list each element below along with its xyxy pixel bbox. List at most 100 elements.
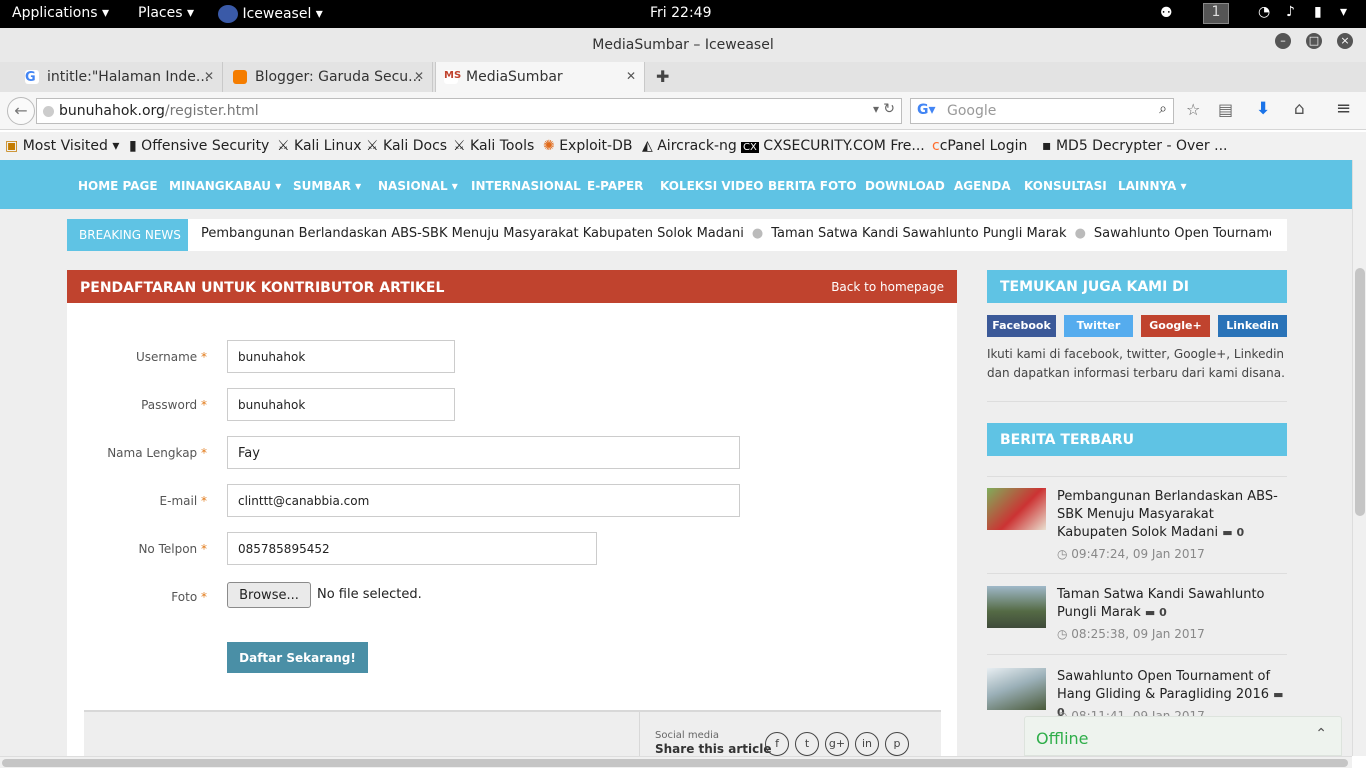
bookmark-kali-docs[interactable]: ⚔ Kali Docs <box>366 138 447 154</box>
vertical-scrollbar[interactable] <box>1352 160 1366 756</box>
photo-label: Foto * <box>87 590 207 604</box>
bookmark-label: Offensive Security <box>141 138 270 154</box>
register-submit-button[interactable]: Daftar Sekarang! <box>227 642 368 673</box>
nav-home-page[interactable]: HOME PAGE <box>78 179 158 193</box>
menu-icon[interactable]: ≡ <box>1336 98 1351 119</box>
navigation-toolbar: ← bunuhahok.org/register.html ▾ ↻ G▾ Goo… <box>0 92 1366 130</box>
bookmark-label: CXSECURITY.COM Fre... <box>763 138 925 154</box>
reload-icon[interactable]: ↻ <box>883 101 895 117</box>
nav-nasional[interactable]: NASIONAL ▾ <box>378 179 458 193</box>
back-to-homepage-link[interactable]: Back to homepage <box>831 280 944 294</box>
email-field[interactable]: clinttt@canabbia.com <box>227 484 740 517</box>
breaking-news-item[interactable]: Sawahlunto Open Tournament of Hang Glidi… <box>1094 226 1271 241</box>
share-pinterest-icon[interactable]: p <box>885 732 909 756</box>
aircrack-icon: ◭ <box>642 138 653 154</box>
close-tab-icon[interactable]: ✕ <box>204 69 214 83</box>
nav-sumbar[interactable]: SUMBAR ▾ <box>293 179 361 193</box>
share-facebook-icon[interactable]: f <box>765 732 789 756</box>
bookmark-exploit-db[interactable]: ✺ Exploit-DB <box>543 138 632 154</box>
vertical-scrollbar-thumb[interactable] <box>1355 268 1365 516</box>
bookmark-kali-linux[interactable]: ⚔ Kali Linux <box>277 138 361 154</box>
nav-konsultasi[interactable]: KONSULTASI <box>1024 179 1107 193</box>
tab-google[interactable]: G intitle:"Halaman Inde... ✕ <box>25 62 223 92</box>
system-menu-icon[interactable]: ▾ <box>1340 4 1347 20</box>
nav-lainnya[interactable]: LAINNYA ▾ <box>1118 179 1187 193</box>
news-title[interactable]: Sawahlunto Open Tournament of Hang Glidi… <box>1057 669 1270 702</box>
bookmark-star-icon[interactable]: ☆ <box>1186 100 1200 119</box>
applications-menu[interactable]: Applications ▾ <box>12 5 109 21</box>
username-input[interactable]: bunuhahok <box>227 340 455 373</box>
news-thumbnail[interactable] <box>987 586 1046 628</box>
horizontal-scrollbar-thumb[interactable] <box>2 759 1348 767</box>
news-thumbnail[interactable] <box>987 668 1046 710</box>
url-bar[interactable]: bunuhahok.org/register.html ▾ ↻ <box>36 98 902 124</box>
bookmark-most-visited[interactable]: ▣ Most Visited ▾ <box>5 138 119 154</box>
volume-icon[interactable]: ♪ <box>1286 4 1295 20</box>
bookmark-aircrack[interactable]: ◭ Aircrack-ng <box>642 138 737 154</box>
password-input[interactable]: bunuhahok <box>227 388 455 421</box>
bookmark-cpanel[interactable]: ccPanel Login <box>932 138 1027 154</box>
bookmark-cxsecurity[interactable]: CX CXSECURITY.COM Fre... <box>741 138 925 154</box>
bookmarks-list-icon[interactable]: ▤ <box>1218 100 1233 119</box>
new-tab-icon[interactable]: ✚ <box>656 67 669 86</box>
clock[interactable]: Fri 22:49 <box>650 5 711 21</box>
required-mark: * <box>201 494 207 508</box>
chevron-up-icon[interactable]: ⌃ <box>1315 726 1327 742</box>
news-title[interactable]: Pembangunan Berlandaskan ABS-SBK Menuju … <box>1057 489 1278 540</box>
share-article-label: Share this article <box>655 742 772 756</box>
close-tab-icon[interactable]: ✕ <box>626 69 636 83</box>
nav-minangkabau[interactable]: MINANGKABAU ▾ <box>169 179 281 193</box>
minimize-icon[interactable]: – <box>1275 33 1291 49</box>
nav-berita-foto[interactable]: BERITA FOTO <box>768 179 857 193</box>
breaking-news-item[interactable]: Pembangunan Berlandaskan ABS-SBK Menuju … <box>201 226 744 241</box>
share-googleplus-icon[interactable]: g+ <box>825 732 849 756</box>
comment-count-value: 0 <box>1236 526 1245 539</box>
tab-blogger[interactable]: Blogger: Garuda Secu... ✕ <box>233 62 433 92</box>
twitter-button[interactable]: Twitter <box>1064 315 1133 337</box>
share-twitter-icon[interactable]: t <box>795 732 819 756</box>
linkedin-button[interactable]: Linkedin <box>1218 315 1287 337</box>
breaking-news-item[interactable]: Taman Satwa Kandi Sawahlunto Pungli Mara… <box>771 226 1066 241</box>
app-label: Iceweasel <box>242 6 312 22</box>
facebook-button[interactable]: Facebook <box>987 315 1056 337</box>
wifi-icon[interactable]: ◔ <box>1258 4 1270 20</box>
phone-input[interactable]: 085785895452 <box>227 532 597 565</box>
bookmark-kali-tools[interactable]: ⚔ Kali Tools <box>453 138 534 154</box>
nav-e-paper[interactable]: E-PAPER <box>587 179 643 193</box>
nav-koleksi-video[interactable]: KOLEKSI VIDEO <box>660 179 764 193</box>
share-linkedin-icon[interactable]: in <box>855 732 879 756</box>
googleplus-button[interactable]: Google+ <box>1141 315 1210 337</box>
nav-download[interactable]: DOWNLOAD <box>865 179 945 193</box>
chat-widget[interactable]: Offline ⌃ <box>1024 716 1342 756</box>
downloads-icon[interactable]: ⬇ <box>1256 99 1270 119</box>
close-window-icon[interactable]: × <box>1337 33 1353 49</box>
nav-agenda[interactable]: AGENDA <box>954 179 1011 193</box>
news-thumbnail[interactable] <box>987 488 1046 530</box>
site-identity-icon[interactable] <box>43 106 54 117</box>
search-engine-icon[interactable]: G▾ <box>917 102 936 118</box>
maximize-icon[interactable]: □ <box>1306 33 1322 49</box>
people-icon[interactable]: ⚉ <box>1160 5 1173 21</box>
bookmark-md5-decrypter[interactable]: ▪ MD5 Decrypter - Over ... <box>1042 138 1227 154</box>
app-menu[interactable]: Iceweasel ▾ <box>218 5 323 23</box>
required-mark: * <box>201 350 207 364</box>
close-tab-icon[interactable]: ✕ <box>414 69 424 83</box>
share-divider <box>639 712 640 756</box>
battery-icon[interactable]: ▮ <box>1314 4 1322 20</box>
nav-internasional[interactable]: INTERNASIONAL <box>471 179 581 193</box>
bookmark-offensive-security[interactable]: ▮ Offensive Security <box>129 138 269 154</box>
news-time-value: 09:47:24, 09 Jan 2017 <box>1071 547 1205 561</box>
horizontal-scrollbar[interactable] <box>0 756 1352 768</box>
back-icon[interactable]: ← <box>7 97 35 125</box>
tab-mediasumbar[interactable]: MS MediaSumbar ✕ <box>435 62 645 92</box>
search-input[interactable]: G▾ Google ⌕ <box>910 98 1174 124</box>
url-history-dropdown-icon[interactable]: ▾ <box>873 102 879 116</box>
cpanel-icon: c <box>932 138 940 154</box>
search-icon[interactable]: ⌕ <box>1159 101 1167 117</box>
full-name-input[interactable]: Fay <box>227 436 740 469</box>
workspace-indicator[interactable]: 1 <box>1203 3 1229 24</box>
places-menu[interactable]: Places ▾ <box>138 5 194 21</box>
form-title: PENDAFTARAN UNTUK KONTRIBUTOR ARTIKEL <box>80 280 445 296</box>
browse-button[interactable]: Browse... <box>227 582 311 608</box>
home-icon[interactable]: ⌂ <box>1294 99 1305 119</box>
